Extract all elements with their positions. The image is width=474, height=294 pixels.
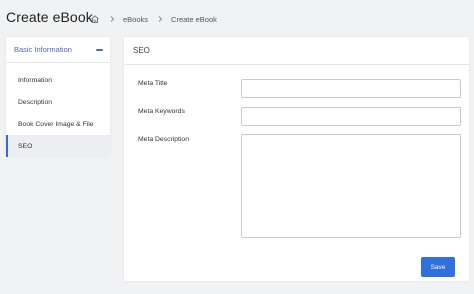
sidebar-item-book-cover[interactable]: Book Cover Image & File <box>6 113 110 135</box>
breadcrumb: eBooks Create eBook <box>90 14 225 24</box>
chevron-right-icon <box>108 15 116 23</box>
meta-keywords-input[interactable] <box>241 107 461 126</box>
sidebar-card: Basic Information Information Descriptio… <box>6 37 110 157</box>
sidebar-item-label: Description <box>18 98 52 106</box>
sidebar-section-title: Basic Information <box>14 45 72 54</box>
meta-keywords-label: Meta Keywords <box>138 108 185 115</box>
home-icon[interactable] <box>90 14 100 24</box>
sidebar-item-description[interactable]: Description <box>6 91 110 113</box>
chevron-right-icon <box>156 15 164 23</box>
breadcrumb-ebooks[interactable]: eBooks <box>123 15 148 24</box>
page-title: Create eBook <box>6 9 93 25</box>
meta-description-label: Meta Description <box>138 136 189 143</box>
breadcrumb-create-ebook: Create eBook <box>171 14 217 24</box>
meta-description-textarea[interactable] <box>241 134 461 238</box>
meta-title-input[interactable] <box>241 79 461 98</box>
section-title: SEO <box>124 37 469 65</box>
sidebar-item-label: SEO <box>18 142 33 150</box>
sidebar-section-header[interactable]: Basic Information <box>6 37 110 63</box>
sidebar-item-information[interactable]: Information <box>6 69 110 91</box>
sidebar-item-seo[interactable]: SEO <box>6 135 110 157</box>
seo-card: SEO Meta Title Meta Keywords Meta Descri… <box>124 37 469 281</box>
save-button[interactable]: Save <box>421 257 455 277</box>
sidebar-item-label: Book Cover Image & File <box>18 120 94 128</box>
minus-icon[interactable] <box>96 48 103 51</box>
page-header: Create eBook eBooks Create eBook <box>0 0 474 34</box>
meta-title-label: Meta Title <box>138 80 168 87</box>
sidebar-item-label: Information <box>18 76 53 84</box>
